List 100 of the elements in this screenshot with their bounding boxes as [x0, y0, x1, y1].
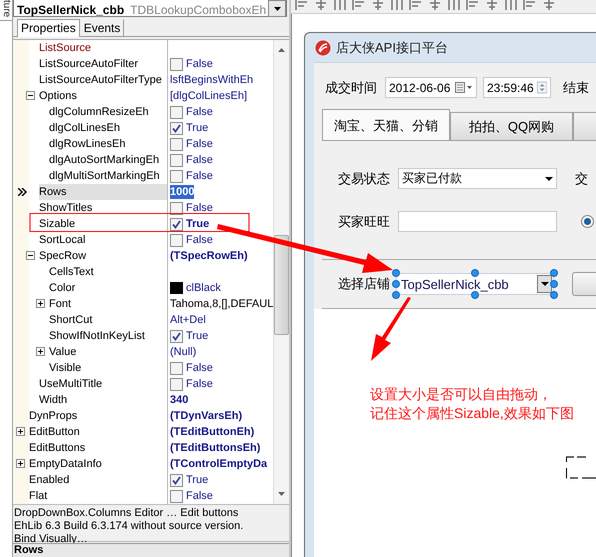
- scroll-up-icon[interactable]: [278, 48, 286, 52]
- property-name[interactable]: ShowTitles: [39, 200, 168, 216]
- alignment-icon[interactable]: [428, 0, 442, 10]
- property-name[interactable]: Enabled: [29, 472, 168, 488]
- collapse-icon[interactable]: [26, 251, 35, 260]
- property-name[interactable]: dlgRowLinesEh: [49, 136, 168, 152]
- property-name[interactable]: EditButtons: [29, 440, 168, 456]
- time-field[interactable]: 23:59:46: [483, 77, 551, 98]
- expand-icon[interactable]: [16, 459, 25, 468]
- alignment-icon[interactable]: [352, 0, 366, 10]
- property-name[interactable]: Value: [49, 344, 168, 360]
- property-name[interactable]: CellsText: [49, 264, 168, 280]
- property-value: (Null): [169, 345, 196, 360]
- checkbox[interactable]: [170, 362, 183, 374]
- expand-icon[interactable]: [16, 427, 25, 436]
- checkbox[interactable]: [170, 490, 183, 502]
- form-tab[interactable]: 拍拍、QQ网购: [450, 112, 573, 141]
- checked-checkbox[interactable]: [170, 122, 183, 134]
- property-value: True: [186, 330, 208, 342]
- alignment-icon[interactable]: [295, 0, 309, 10]
- property-name[interactable]: SortLocal: [39, 232, 168, 248]
- alignment-icon[interactable]: [409, 0, 423, 10]
- property-name[interactable]: dlgAutoSortMarkingEh: [49, 152, 168, 168]
- shop-dropdown[interactable]: TopSellerNick_cbb: [396, 273, 554, 295]
- scrollbar[interactable]: [273, 40, 290, 504]
- selected-radio-button[interactable]: [581, 215, 594, 228]
- property-name[interactable]: Width: [39, 392, 168, 408]
- property-name[interactable]: SpecRow: [39, 248, 168, 264]
- property-name[interactable]: Font: [49, 296, 168, 312]
- checkbox[interactable]: [170, 138, 183, 150]
- field-label: 交易状态: [338, 170, 390, 188]
- property-name[interactable]: ShortCut: [49, 312, 168, 328]
- description-text: EhLib 6.3 Build 6.3.174 without source version.: [14, 520, 244, 533]
- property-name[interactable]: Options: [39, 88, 168, 104]
- resize-handle[interactable]: [471, 291, 479, 299]
- property-name[interactable]: ShowIfNotInKeyList: [49, 328, 168, 344]
- spinner-icon[interactable]: [536, 79, 547, 96]
- alignment-icon[interactable]: [523, 0, 537, 10]
- expand-icon[interactable]: [36, 299, 45, 308]
- alignment-icon[interactable]: [371, 0, 385, 10]
- property-value: False: [186, 490, 213, 502]
- collapse-icon[interactable]: [26, 91, 35, 100]
- alignment-icon[interactable]: [485, 0, 499, 10]
- checkbox[interactable]: [170, 106, 183, 118]
- property-value: (TDynVarsEh): [169, 409, 242, 424]
- alignment-icon[interactable]: [333, 0, 347, 10]
- property-name[interactable]: ListSourceAutoFilter: [39, 56, 168, 72]
- property-name[interactable]: Visible: [49, 360, 168, 376]
- alignment-icon[interactable]: [314, 0, 328, 10]
- property-value: False: [186, 138, 213, 150]
- property-value: False: [186, 378, 213, 390]
- date-field[interactable]: 2012-06-06: [385, 77, 477, 98]
- checkbox[interactable]: [170, 58, 183, 70]
- property-name[interactable]: DynProps: [29, 408, 168, 424]
- buyer-input[interactable]: [398, 211, 557, 232]
- property-name[interactable]: ListSourceAutoFilterType: [39, 72, 168, 88]
- alignment-icon[interactable]: [466, 0, 480, 10]
- property-name[interactable]: UseMultiTitle: [39, 376, 168, 392]
- checked-checkbox[interactable]: [170, 474, 183, 486]
- dropdown-icon: [274, 6, 280, 10]
- object-selector[interactable]: TopSellerNick_cbb TDBLookupComboboxEh: [13, 0, 287, 17]
- property-value: Tahoma,8,[],DEFAUL: [169, 297, 274, 312]
- property-name[interactable]: EditButton: [29, 424, 168, 440]
- alignment-icon[interactable]: [390, 0, 404, 10]
- scroll-down-icon[interactable]: [278, 492, 286, 496]
- inspector-tab[interactable]: Events: [80, 18, 124, 37]
- property-name[interactable]: Sizable: [39, 216, 168, 232]
- checkbox[interactable]: [170, 154, 183, 166]
- resize-handle[interactable]: [471, 269, 479, 277]
- checkbox[interactable]: [170, 378, 183, 390]
- checked-checkbox[interactable]: [170, 330, 183, 342]
- property-name[interactable]: EmptyDataInfo: [29, 456, 168, 472]
- description-text: Bind Visually…: [14, 533, 89, 545]
- field-label: 选择店铺: [338, 275, 390, 293]
- checkbox[interactable]: [170, 234, 183, 246]
- property-name[interactable]: Flat: [29, 488, 168, 504]
- property-name[interactable]: Color: [49, 280, 168, 296]
- form-tab[interactable]: 淘宝、天猫、分销: [322, 109, 450, 141]
- property-value: Alt+Del: [169, 313, 206, 328]
- checked-checkbox[interactable]: [170, 218, 183, 230]
- alignment-icon[interactable]: [542, 0, 556, 10]
- property-value: (TEditButtonEh): [169, 425, 254, 440]
- checkbox[interactable]: [170, 170, 183, 182]
- alignment-icon[interactable]: [447, 0, 461, 10]
- property-name[interactable]: dlgColLinesEh: [49, 120, 168, 136]
- property-value: (TSpecRowEh): [169, 249, 248, 264]
- property-value: False: [186, 234, 213, 246]
- property-value[interactable]: 1000: [170, 185, 194, 199]
- expand-icon[interactable]: [36, 347, 45, 356]
- alignment-icon[interactable]: [504, 0, 518, 10]
- property-name[interactable]: ListSource: [39, 40, 168, 56]
- inspector-tab[interactable]: Properties: [17, 18, 80, 37]
- property-name[interactable]: dlgColumnResizeEh: [49, 104, 168, 120]
- scrollbar-thumb[interactable]: [274, 235, 290, 335]
- field-label: 买家旺旺: [338, 212, 390, 230]
- property-value: False: [186, 58, 213, 70]
- checkbox[interactable]: [170, 202, 183, 214]
- side-tab[interactable]: ture: [0, 0, 12, 22]
- property-name[interactable]: Rows: [39, 184, 168, 200]
- status-dropdown[interactable]: 买家已付款: [398, 168, 557, 189]
